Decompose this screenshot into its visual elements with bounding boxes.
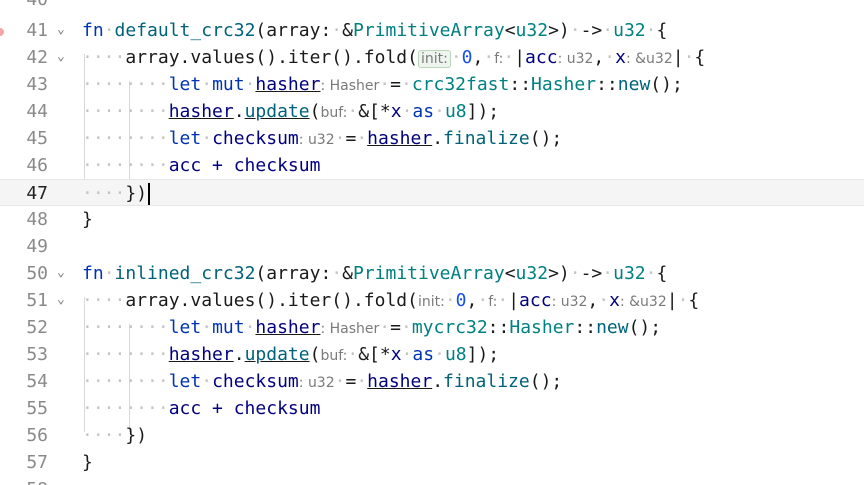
line-number: 51 xyxy=(26,290,48,311)
code-line[interactable]: 48 } xyxy=(0,206,864,233)
code-text[interactable]: ········let·checksum: u32·=·hasher.final… xyxy=(82,368,562,395)
code-text[interactable]: ····}) xyxy=(82,422,147,449)
code-text[interactable]: ········let·mut·hasher: Hasher·=·crc32fa… xyxy=(82,71,683,98)
code-text[interactable]: ········hasher.update(buf:·&[*x·as·u8]); xyxy=(82,98,499,125)
code-line[interactable]: 43 ········let·mut·hasher: Hasher·=·crc3… xyxy=(0,71,864,98)
code-text[interactable]: ········let·mut·hasher: Hasher·=·mycrc32… xyxy=(82,314,661,341)
line-number: 44 xyxy=(26,101,48,122)
line-number: 57 xyxy=(26,452,48,473)
line-number: 56 xyxy=(26,425,48,446)
code-line[interactable]: 53 ········hasher.update(buf:·&[*x·as·u8… xyxy=(0,341,864,368)
text-caret xyxy=(148,183,151,205)
code-line[interactable]: 57 } xyxy=(0,449,864,476)
line-number: 41 xyxy=(26,20,48,41)
code-line[interactable]: 44 ········hasher.update(buf:·&[*x·as·u8… xyxy=(0,98,864,125)
code-line[interactable]: 56 ····}) xyxy=(0,422,864,449)
chevron-down-icon[interactable]: ⌄ xyxy=(57,293,71,307)
code-text[interactable]: } xyxy=(82,206,93,233)
code-text[interactable]: ········acc + checksum xyxy=(82,152,320,179)
line-number: 52 xyxy=(26,317,48,338)
line-number: 49 xyxy=(26,236,48,257)
code-line[interactable]: 42 ⌄ ····array.values().iter().fold(init… xyxy=(0,44,864,71)
line-number: 53 xyxy=(26,344,48,365)
line-number: 54 xyxy=(26,371,48,392)
line-number: 45 xyxy=(26,128,48,149)
code-line[interactable]: 52 ········let·mut·hasher: Hasher·=·mycr… xyxy=(0,314,864,341)
line-number: 40 xyxy=(0,0,48,13)
line-number: 48 xyxy=(26,209,48,230)
code-text[interactable]: fn·inlined_crc32(array:·&PrimitiveArray<… xyxy=(82,260,667,287)
line-number: 50 xyxy=(26,263,48,284)
code-text[interactable]: ····array.values().iter().fold(init:·0,·… xyxy=(82,287,699,314)
line-number: 58 xyxy=(0,476,48,485)
line-number: 43 xyxy=(26,74,48,95)
code-line[interactable]: 50 ⌄ fn·inlined_crc32(array:·&PrimitiveA… xyxy=(0,260,864,287)
code-text[interactable]: ····array.values().iter().fold(init:·0,·… xyxy=(82,44,705,71)
line-number: 47 xyxy=(26,183,48,204)
code-text[interactable]: ····}) xyxy=(82,180,151,207)
code-line[interactable]: 46 ········acc + checksum xyxy=(0,152,864,179)
code-line[interactable]: 58 xyxy=(0,476,864,485)
line-number: 55 xyxy=(26,398,48,419)
chevron-down-icon[interactable]: ⌄ xyxy=(57,50,71,64)
current-code-line[interactable]: 47 ····}) xyxy=(0,179,864,206)
code-line[interactable]: 41 ⌄ fn·default_crc32(array:·&PrimitiveA… xyxy=(0,17,864,44)
code-text[interactable]: fn·default_crc32(array:·&PrimitiveArray<… xyxy=(82,17,667,44)
code-line[interactable]: 45 ········let·checksum: u32·=·hasher.fi… xyxy=(0,125,864,152)
code-line[interactable]: 51 ⌄ ····array.values().iter().fold(init… xyxy=(0,287,864,314)
code-line[interactable]: 54 ········let·checksum: u32·=·hasher.fi… xyxy=(0,368,864,395)
code-line[interactable]: 55 ········acc + checksum xyxy=(0,395,864,422)
inlay-hint: init: xyxy=(417,50,451,68)
code-text[interactable]: ········let·checksum: u32·=·hasher.final… xyxy=(82,125,562,152)
code-line[interactable]: 49 xyxy=(0,233,864,260)
chevron-down-icon[interactable]: ⌄ xyxy=(57,266,71,280)
code-text[interactable]: ········hasher.update(buf:·&[*x·as·u8]); xyxy=(82,341,499,368)
code-text[interactable]: } xyxy=(82,449,93,476)
code-line[interactable]: 40 xyxy=(0,0,864,13)
line-number: 46 xyxy=(26,155,48,176)
code-editor[interactable]: 40 41 ⌄ fn·default_crc32(array:·&Primiti… xyxy=(0,0,864,485)
chevron-down-icon[interactable]: ⌄ xyxy=(57,23,71,37)
code-text[interactable]: ········acc + checksum xyxy=(82,395,320,422)
line-number: 42 xyxy=(26,47,48,68)
